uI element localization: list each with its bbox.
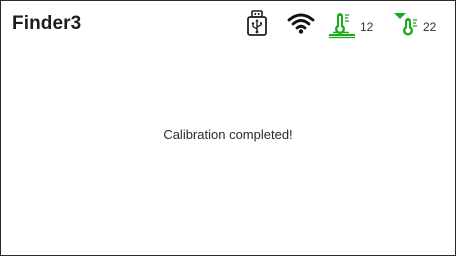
nozzle-temperature-icon (394, 13, 417, 36)
bed-temperature-value: 12 (360, 20, 374, 34)
heated-bed-temperature-icon (329, 13, 355, 39)
usb-drive-icon[interactable] (246, 10, 268, 36)
nozzle-temperature-value: 22 (423, 20, 437, 34)
printer-screen: Finder3 12 22 Calibration completed! (0, 0, 456, 256)
status-message: Calibration completed! (163, 127, 293, 142)
status-bar: Finder3 12 22 (1, 1, 455, 45)
wifi-icon[interactable] (287, 12, 315, 34)
device-name: Finder3 (12, 13, 82, 34)
